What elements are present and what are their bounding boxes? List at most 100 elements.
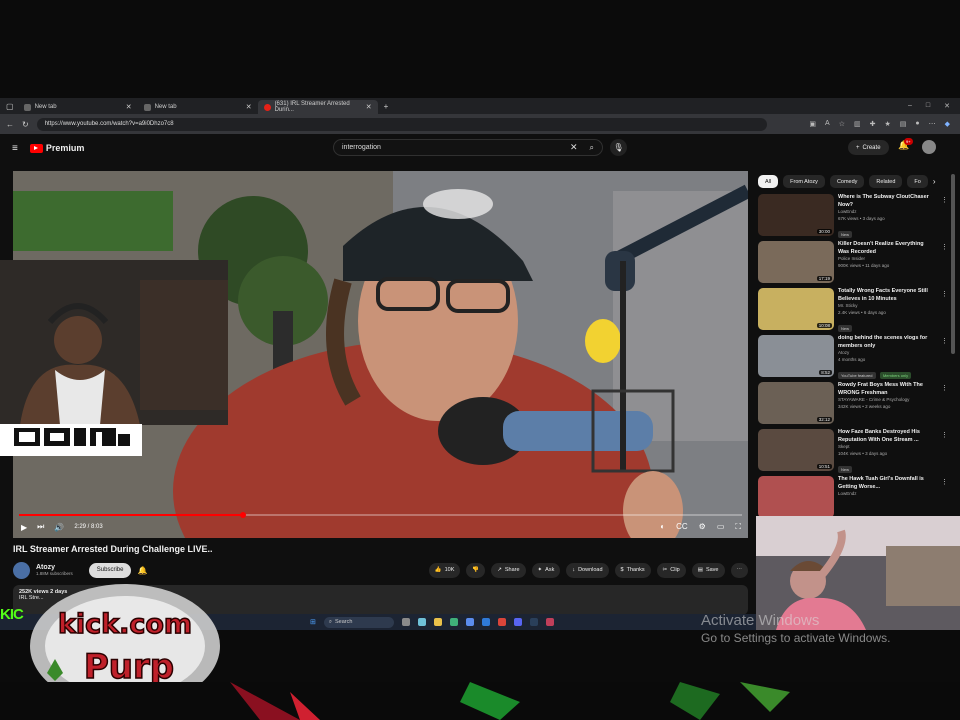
chip-related[interactable]: Related: [869, 175, 903, 188]
hamburger-menu-icon[interactable]: ≡: [12, 143, 18, 154]
more-options-icon[interactable]: ⋮: [941, 243, 948, 251]
new-tab-icon[interactable]: +: [384, 102, 389, 111]
minimize-icon[interactable]: –: [908, 102, 912, 110]
more-options-icon[interactable]: ⋮: [941, 290, 948, 298]
task-view-icon[interactable]: [401, 618, 410, 626]
recommendation-title[interactable]: How Faze Banks Destroyed His Reputation …: [838, 429, 934, 444]
video-thumbnail[interactable]: 10:08: [758, 288, 834, 330]
subscribe-button[interactable]: Subscribe: [88, 562, 132, 578]
like-button[interactable]: 👍 10K: [428, 562, 461, 578]
menu-dots-icon[interactable]: ⋯: [929, 120, 936, 128]
collections-icon[interactable]: ▤: [900, 120, 907, 128]
more-options-icon[interactable]: ⋮: [941, 431, 948, 439]
recommendation-channel[interactable]: Mr. Sticky: [838, 303, 934, 310]
more-options-icon[interactable]: ⋮: [941, 478, 948, 486]
taskbar-search[interactable]: ⌕ Search: [323, 616, 394, 628]
autoplay-toggle-icon[interactable]: ◐: [660, 522, 665, 532]
file-explorer-icon[interactable]: [433, 618, 442, 626]
recommendation-title[interactable]: Totally Wrong Facts Everyone Still Belie…: [838, 288, 934, 303]
theater-mode-icon[interactable]: ▭: [717, 522, 725, 532]
dislike-button[interactable]: 👎: [466, 562, 486, 578]
video-thumbnail[interactable]: 17:19: [758, 241, 834, 283]
volume-icon[interactable]: 🔊: [54, 523, 64, 532]
tab-new-2[interactable]: New tab ✕: [138, 100, 258, 114]
fullscreen-icon[interactable]: ⛶: [735, 522, 741, 532]
discord-icon[interactable]: [513, 618, 522, 626]
account-avatar[interactable]: [922, 140, 936, 154]
store-icon[interactable]: [465, 618, 474, 626]
sidebar-scrollbar[interactable]: [951, 174, 955, 354]
windows-start-icon[interactable]: ⊞: [310, 618, 316, 626]
subtitles-icon[interactable]: CC: [676, 522, 688, 532]
clear-search-icon[interactable]: ✕: [570, 142, 578, 153]
recommendation-title[interactable]: Rowdy Frat Boys Mess With The WRONG Fres…: [838, 382, 934, 397]
read-aloud-icon[interactable]: A: [825, 120, 830, 128]
channel-bell-icon[interactable]: 🔔: [137, 566, 147, 575]
mic-icon[interactable]: 🎙: [610, 139, 627, 156]
back-icon[interactable]: ←: [6, 120, 14, 129]
recommendation-item[interactable]: 17:19 Killer Doesn't Realize Everything W…: [758, 241, 948, 288]
more-options-icon[interactable]: ⋮: [941, 196, 948, 204]
search-icon[interactable]: ⌕: [590, 143, 594, 153]
tab-close-icon[interactable]: ✕: [366, 103, 372, 111]
edge-icon[interactable]: [449, 618, 458, 626]
chip-comedy[interactable]: Comedy: [829, 175, 865, 188]
recommendation-channel[interactable]: Skept: [838, 444, 934, 451]
play-icon[interactable]: ▶: [21, 523, 27, 532]
recommendation-channel[interactable]: LowEndz: [838, 209, 934, 216]
more-options-icon[interactable]: ⋮: [941, 384, 948, 392]
tab-youtube[interactable]: (631) IRL Streamer Arrested Durin... ✕: [257, 100, 378, 114]
channel-name[interactable]: Atozy: [36, 564, 73, 571]
youtube-logo[interactable]: Premium: [29, 143, 84, 153]
recommendation-item[interactable]: 30:00 Where is The Subway CloutChaser Now…: [758, 194, 948, 241]
split-icon[interactable]: ▥: [854, 120, 861, 128]
recommendation-channel[interactable]: LowEndz: [838, 491, 934, 498]
recommendation-item[interactable]: 10:51 How Faze Banks Destroyed His Reputa…: [758, 429, 948, 476]
chip-from-atozy[interactable]: From Atozy: [783, 175, 825, 188]
chip-all[interactable]: All: [758, 175, 779, 188]
extensions-icon[interactable]: ✚: [870, 120, 876, 128]
video-thumbnail[interactable]: 32:12: [758, 382, 834, 424]
chip-more[interactable]: Fo: [907, 175, 928, 188]
tab-new-1[interactable]: New tab ✕: [18, 100, 138, 114]
close-window-icon[interactable]: ✕: [944, 102, 950, 110]
maximize-icon[interactable]: □: [926, 102, 930, 110]
steam-icon[interactable]: [529, 618, 538, 626]
more-actions-button[interactable]: ⋯: [730, 562, 748, 578]
tab-close-icon[interactable]: ✕: [246, 103, 252, 111]
refresh-icon[interactable]: ↻: [22, 120, 29, 129]
recommendation-title[interactable]: Killer Doesn't Realize Everything Was Re…: [838, 241, 934, 256]
chrome-icon[interactable]: [497, 618, 506, 626]
recommendation-item[interactable]: 8:52 doing behind the scenes vlogs for me…: [758, 335, 948, 382]
settings-gear-icon[interactable]: ⚙: [699, 522, 706, 532]
tab-close-icon[interactable]: ✕: [126, 103, 132, 111]
video-progress-bar[interactable]: [19, 512, 742, 518]
copilot-icon[interactable]: ◆: [945, 120, 950, 128]
thanks-button[interactable]: $ Thanks: [614, 562, 651, 578]
save-button[interactable]: ▤ Save: [691, 562, 725, 578]
video-thumbnail[interactable]: 30:00: [758, 194, 834, 236]
video-thumbnail[interactable]: 8:52: [758, 335, 834, 377]
mail-icon[interactable]: [481, 618, 490, 626]
recommendation-channel[interactable]: Police Insider: [838, 256, 934, 263]
notifications-bell-icon[interactable]: 🔔 9+: [898, 138, 913, 151]
url-input[interactable]: https://www.youtube.com/watch?v=a9i0Dhzo…: [36, 117, 767, 131]
tab-actions-icon[interactable]: ▢: [6, 102, 14, 111]
share-button[interactable]: ↗ Share: [491, 562, 526, 578]
download-button[interactable]: ↓ Download: [566, 562, 609, 578]
recommendation-channel[interactable]: STAYAWARE - Crime & Psychology: [838, 397, 934, 404]
app-icon[interactable]: [545, 618, 554, 626]
next-icon[interactable]: ⏭: [37, 522, 44, 532]
recommendation-item[interactable]: 32:12 Rowdy Frat Boys Mess With The WRONG…: [758, 382, 948, 429]
extension-icon[interactable]: ▣: [809, 120, 816, 128]
recommendation-item[interactable]: 10:08 Totally Wrong Facts Everyone Still …: [758, 288, 948, 335]
ask-button[interactable]: ✦ Ask: [531, 562, 561, 578]
profile-icon[interactable]: ●: [915, 120, 919, 128]
favorite-icon[interactable]: ☆: [839, 120, 845, 128]
recommendation-title[interactable]: doing behind the scenes vlogs for member…: [838, 335, 934, 350]
search-input[interactable]: interrogation ✕ ⌕: [333, 139, 603, 156]
create-button[interactable]: + Create: [848, 140, 889, 155]
recommendation-title[interactable]: Where is The Subway CloutChaser Now?: [838, 194, 934, 209]
video-thumbnail[interactable]: [758, 476, 834, 518]
more-options-icon[interactable]: ⋮: [941, 337, 948, 345]
